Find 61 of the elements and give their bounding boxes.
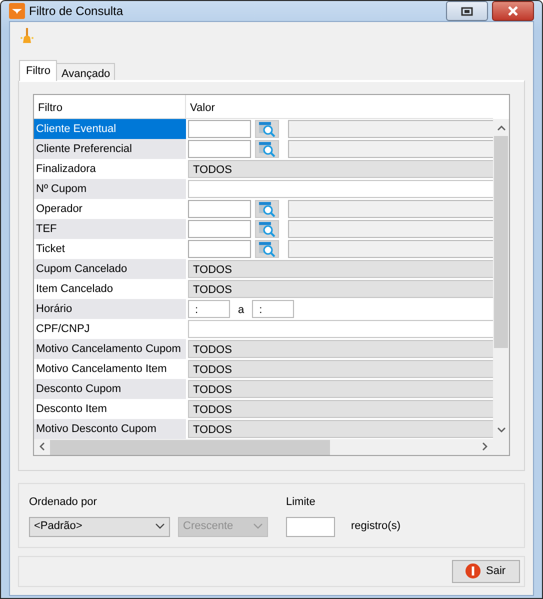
dropdown-field[interactable]: TODOS (188, 420, 493, 438)
row-label[interactable]: Desconto Cupom (34, 379, 186, 399)
tab[interactable]: Filtro (19, 60, 58, 81)
row-label[interactable]: Nº Cupom (34, 179, 186, 199)
lookup-button[interactable] (255, 240, 279, 258)
input-field[interactable] (188, 320, 493, 338)
row-label[interactable]: Motivo Cancelamento Item (34, 359, 186, 379)
code-field[interactable] (188, 200, 251, 218)
caret-icon (253, 523, 263, 530)
dropdown-field[interactable]: TODOS (188, 260, 493, 278)
dropdown[interactable]: <Padrão> (29, 516, 170, 536)
row-label[interactable]: Cupom Cancelado (34, 259, 186, 279)
window-title: Filtro de Consulta (29, 3, 124, 20)
vertical-scrollbar[interactable] (493, 119, 509, 439)
row-label[interactable]: Ticket (34, 239, 186, 259)
row-label[interactable]: Desconto Item (34, 399, 186, 419)
time-field[interactable]: : (252, 300, 294, 318)
code-field[interactable] (188, 220, 251, 238)
row-label[interactable]: TEF (34, 219, 186, 239)
code-field[interactable] (188, 240, 251, 258)
dropdown-field[interactable]: TODOS (188, 280, 493, 298)
range-label: a (237, 303, 246, 318)
lookup-button[interactable] (255, 140, 279, 158)
dropdown-field[interactable]: TODOS (188, 340, 493, 358)
close-button[interactable] (492, 1, 534, 21)
code-field[interactable] (188, 120, 251, 138)
column-header: Valor (189, 101, 216, 116)
tab[interactable]: Avançado (56, 63, 116, 81)
dropdown-field[interactable]: TODOS (188, 360, 493, 378)
horizontal-scrollbar[interactable] (34, 439, 509, 455)
lookup-button[interactable] (255, 200, 279, 218)
row-label[interactable]: Cliente Eventual (34, 119, 186, 139)
column-header: Filtro (34, 95, 186, 118)
lookup-button[interactable] (255, 220, 279, 238)
restore-button[interactable] (446, 1, 488, 21)
dropdown-field[interactable]: TODOS (188, 380, 493, 398)
lookup-button[interactable] (255, 120, 279, 138)
time-field[interactable]: : (188, 300, 230, 318)
limit-label: Limite (286, 495, 316, 510)
limit-field[interactable] (286, 516, 335, 536)
dropdown-field[interactable]: TODOS (188, 400, 493, 418)
unit-label: registro(s) (351, 519, 401, 534)
row-label[interactable]: Finalizadora (34, 159, 186, 179)
close-icon (507, 6, 519, 16)
stop-icon (465, 563, 481, 579)
row-label[interactable]: Motivo Desconto Cupom (34, 419, 186, 439)
dropdown-field[interactable]: TODOS (188, 160, 493, 178)
row-label[interactable]: Operador (34, 199, 186, 219)
order-label: Ordenado por (29, 495, 98, 510)
row-label[interactable]: Cliente Preferencial (34, 139, 186, 159)
restore-icon (461, 6, 473, 16)
code-field[interactable] (188, 140, 251, 158)
app-icon (9, 3, 25, 19)
exit-button[interactable]: Sair (452, 560, 520, 582)
row-label[interactable]: Item Cancelado (34, 279, 186, 299)
row-label[interactable]: Motivo Cancelamento Cupom (34, 339, 186, 359)
caret-icon (155, 523, 165, 530)
row-label[interactable]: CPF/CNPJ (34, 319, 186, 339)
row-label[interactable]: Horário (34, 299, 186, 319)
input-field[interactable] (188, 180, 493, 198)
broom-icon[interactable] (20, 28, 34, 44)
